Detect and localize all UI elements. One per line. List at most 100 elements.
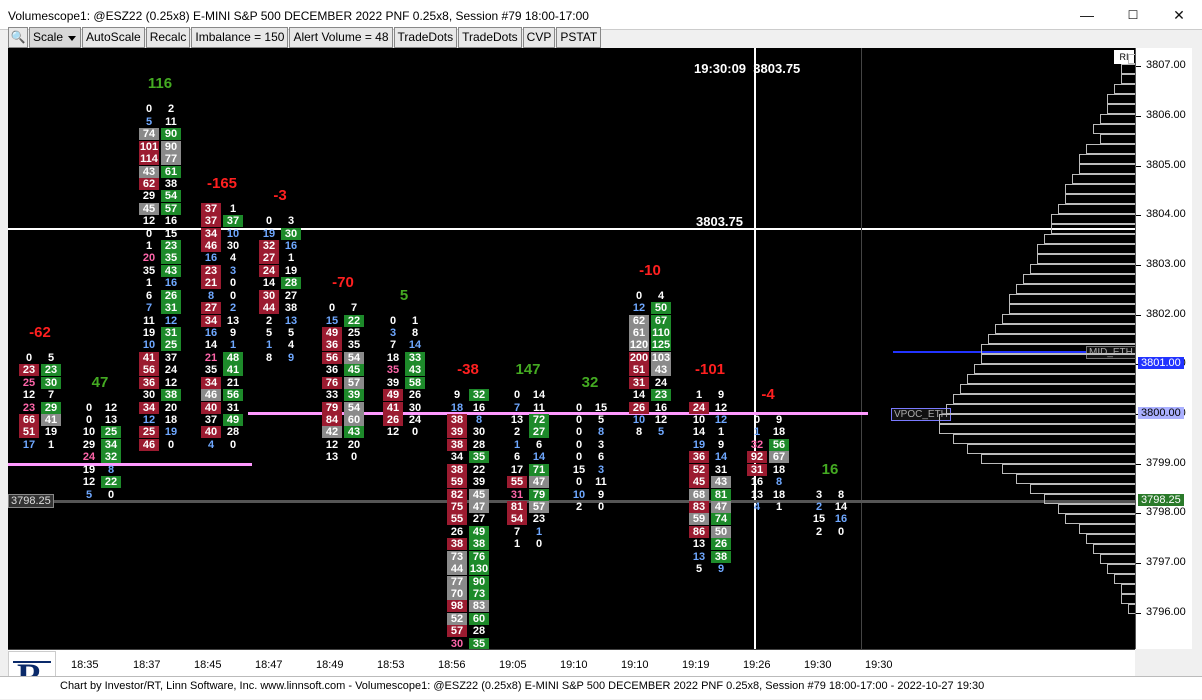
imbalance-button[interactable]: Imbalance = 150 [191,27,289,48]
ask-volume-cell: 12 [654,414,668,426]
close-button[interactable]: ✕ [1156,0,1202,30]
bid-volume-cell: 56 [322,351,342,364]
bid-volume-cell: 79 [322,401,342,414]
ask-volume-cell: 57 [529,500,549,513]
price-axis: 3807.00 3806.00 3805.00 3804.00 3803.00 3802.… [1135,48,1192,649]
bid-volume-cell: 83 [689,500,709,513]
volume-profile-bar [967,444,1135,454]
maximize-button[interactable]: ☐ [1110,0,1156,30]
autoscale-button[interactable]: AutoScale [82,27,145,48]
bid-volume-cell: 7 [145,302,153,315]
ask-volume-cell: 47 [469,500,489,513]
ask-volume-cell: 8 [837,488,845,501]
bid-volume-cell: 24 [259,264,279,277]
bid-volume-cell: 54 [507,513,527,526]
ask-volume-cell: 61 [161,165,181,178]
ask-volume-cell: 37 [223,215,243,228]
ask-volume-cell: 30 [408,401,422,414]
recalc-button[interactable]: Recalc [145,27,191,48]
ask-volume-cell: 43 [711,476,731,489]
ask-volume-cell: 0 [229,438,237,451]
pstat-button[interactable]: PSTAT [556,27,602,48]
bid-volume-cell: 32 [259,240,279,253]
ask-volume-cell: 12 [714,414,728,426]
ask-volume-cell: 38 [164,177,178,190]
price-tick-mark [1136,563,1141,565]
bid-volume-cell: 0 [265,215,273,228]
ask-volume-cell: 43 [651,364,671,377]
ask-volume-cell: 28 [281,277,301,290]
ask-volume-cell: 30 [226,240,240,253]
ask-volume-cell: 81 [711,488,731,501]
bid-volume-cell: 62 [139,177,159,190]
bid-volume-cell: 120 [629,339,649,352]
status-text: Chart by Investor/RT, Linn Software, Inc… [60,680,985,692]
ask-volume-cell: 6 [535,438,543,451]
delta-label: 5 [399,286,409,304]
volume-profile-bar [1100,134,1135,144]
bid-volume-cell: 44 [447,563,467,576]
tradedots-button-2[interactable]: TradeDots [458,27,522,48]
bid-volume-cell: 36 [325,364,339,377]
bid-volume-cell: 10 [142,339,156,352]
bid-volume-cell: 0 [575,476,583,489]
volume-profile-bar [1030,484,1135,494]
ask-volume-cell: 21 [226,376,240,389]
bid-volume-cell: 82 [447,488,467,501]
ask-volume-cell: 8 [597,426,605,439]
bid-volume-cell: 86 [689,525,709,538]
ask-volume-cell: 48 [223,351,243,364]
ask-volume-cell: 4 [657,289,665,302]
minimize-button[interactable]: — [1064,0,1110,30]
volume-profile-bar [1044,234,1135,244]
ask-volume-cell: 10 [226,227,240,240]
ask-volume-cell: 18 [772,463,786,476]
ask-volume-cell: 12 [164,314,178,327]
ask-volume-cell: 1 [411,314,419,327]
bid-volume-cell: 31 [747,463,767,476]
ask-volume-cell: 1 [535,525,543,538]
delta-label: 32 [581,373,599,391]
ask-volume-cell: 14 [834,500,848,513]
volume-profile-bar [1128,54,1135,64]
bid-volume-cell: 2 [513,426,521,439]
bid-volume-cell: 38 [447,463,467,476]
scale-dropdown[interactable]: Scale [29,27,81,48]
volume-profile-bar [1100,114,1135,124]
cvp-button[interactable]: CVP [522,27,556,48]
time-tick: 18:56 [438,659,466,671]
bid-volume-cell: 51 [629,364,649,377]
bid-volume-cell: 31 [510,488,524,501]
ask-volume-cell: 47 [529,476,549,489]
volumescope-chart[interactable]: RI 19:30:09 3803.75 3803.75 3798.25 MID_… [8,48,1135,649]
volume-profile-bar [1121,594,1135,604]
bid-volume-cell: 2 [815,525,823,538]
time-tick: 19:05 [499,659,527,671]
zoom-icon[interactable]: 🔍 [8,27,28,48]
bid-volume-cell: 55 [507,476,527,489]
price-tick: 3803.00 [1146,257,1186,270]
tradedots-button-1[interactable]: TradeDots [393,27,458,48]
volume-profile-bar [1023,274,1135,284]
ask-volume-cell: 8 [475,414,483,426]
volume-profile-bar [946,404,1135,414]
bid-volume-cell: 41 [139,351,159,364]
ask-volume-cell: 11 [533,401,545,414]
alert-volume-button[interactable]: Alert Volume = 48 [289,27,393,48]
time-tick: 18:49 [316,659,344,671]
ask-volume-cell: 16 [284,240,298,253]
ask-volume-cell: 24 [164,364,178,377]
ask-volume-cell: 23 [161,240,181,253]
ask-volume-cell: 38 [284,302,298,315]
bid-volume-cell: 35 [142,264,156,277]
bid-volume-cell: 0 [575,401,583,414]
ask-volume-cell: 12 [164,376,178,389]
ask-volume-cell: 12 [104,401,118,414]
bid-volume-cell: 43 [139,165,159,178]
toolbar: 🔍 Scale AutoScale Recalc Imbalance = 150… [8,27,602,48]
volume-profile-bar [988,334,1135,344]
bid-volume-cell: 27 [259,252,279,265]
ask-volume-cell: 45 [344,364,364,377]
volume-profile-bar [1009,304,1135,314]
ask-volume-cell: 35 [469,451,489,464]
